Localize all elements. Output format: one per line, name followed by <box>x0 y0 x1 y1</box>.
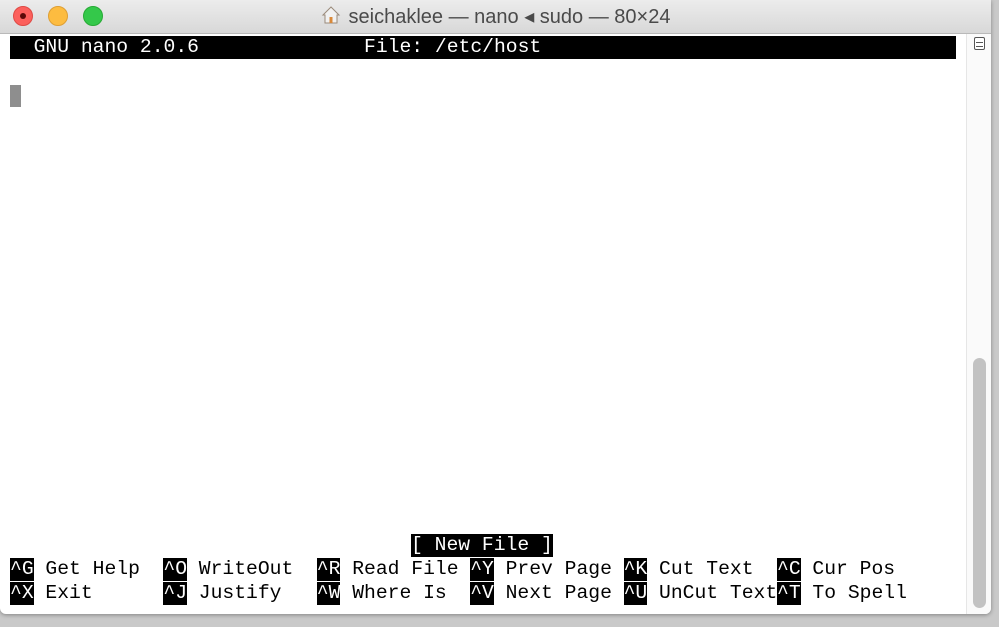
nano-header: GNU nano 2.0.6 File: /etc/host <box>10 36 956 59</box>
shortcut-label[interactable]: WriteOut <box>199 558 294 581</box>
window-title: seichaklee — nano ◂ sudo — 80×24 <box>0 4 991 29</box>
shortcut-key[interactable]: ^K <box>623 558 648 581</box>
window-title-text: seichaklee — nano ◂ sudo — 80×24 <box>348 6 671 28</box>
shortcut-label[interactable]: Get Help <box>45 558 140 581</box>
shortcut-key[interactable]: ^Y <box>470 558 494 581</box>
nano-filename: File: /etc/host <box>364 36 542 58</box>
shortcut-key[interactable]: ^R <box>316 558 341 581</box>
home-icon <box>321 6 340 24</box>
shortcut-row-1: ^G Get Help ^O WriteOut ^R Read File ^Y Prev Pa… <box>10 558 956 581</box>
shortcut-key[interactable]: ^V <box>470 582 494 605</box>
terminal-window: seichaklee — nano ◂ sudo — 80×24 GNU nan… <box>0 0 991 614</box>
shortcut-key[interactable]: ^W <box>316 582 341 605</box>
text-cursor <box>10 85 21 107</box>
shortcut-key[interactable]: ^C <box>777 558 801 581</box>
shortcut-label[interactable]: Next Page <box>506 582 612 605</box>
shortcut-label[interactable]: Cut Text <box>659 558 754 581</box>
shortcut-key[interactable]: ^U <box>623 582 648 605</box>
nano-version: GNU nano 2.0.6 <box>33 36 199 58</box>
title-bar[interactable]: seichaklee — nano ◂ sudo — 80×24 <box>0 0 991 34</box>
shortcut-label[interactable]: UnCut Text <box>659 582 777 605</box>
shortcut-label[interactable]: Read File <box>352 558 458 581</box>
shortcut-label[interactable]: Justify <box>199 582 282 605</box>
shortcut-label[interactable]: Cur Pos <box>812 558 895 581</box>
shortcut-row-2: ^X Exit ^J Justify ^W Where Is ^V Next Page ^U Un… <box>10 582 956 605</box>
scrollbar-thumb[interactable] <box>973 357 986 608</box>
status-line: [ New File ] <box>10 534 956 557</box>
shortcut-key[interactable]: ^O <box>163 558 188 581</box>
shortcut-label[interactable]: Where Is <box>352 582 447 605</box>
split-pane-icon[interactable] <box>974 37 985 50</box>
scrollbar[interactable] <box>966 34 991 614</box>
shortcut-key[interactable]: ^J <box>163 582 188 605</box>
shortcut-key[interactable]: ^G <box>10 558 34 581</box>
shortcut-label[interactable]: Exit <box>45 582 92 605</box>
shortcut-label[interactable]: To Spell <box>812 582 907 605</box>
shortcut-key[interactable]: ^X <box>10 582 34 605</box>
shortcut-key[interactable]: ^T <box>777 582 801 605</box>
status-message: [ New File ] <box>411 534 553 557</box>
shortcut-label[interactable]: Prev Page <box>506 558 612 581</box>
